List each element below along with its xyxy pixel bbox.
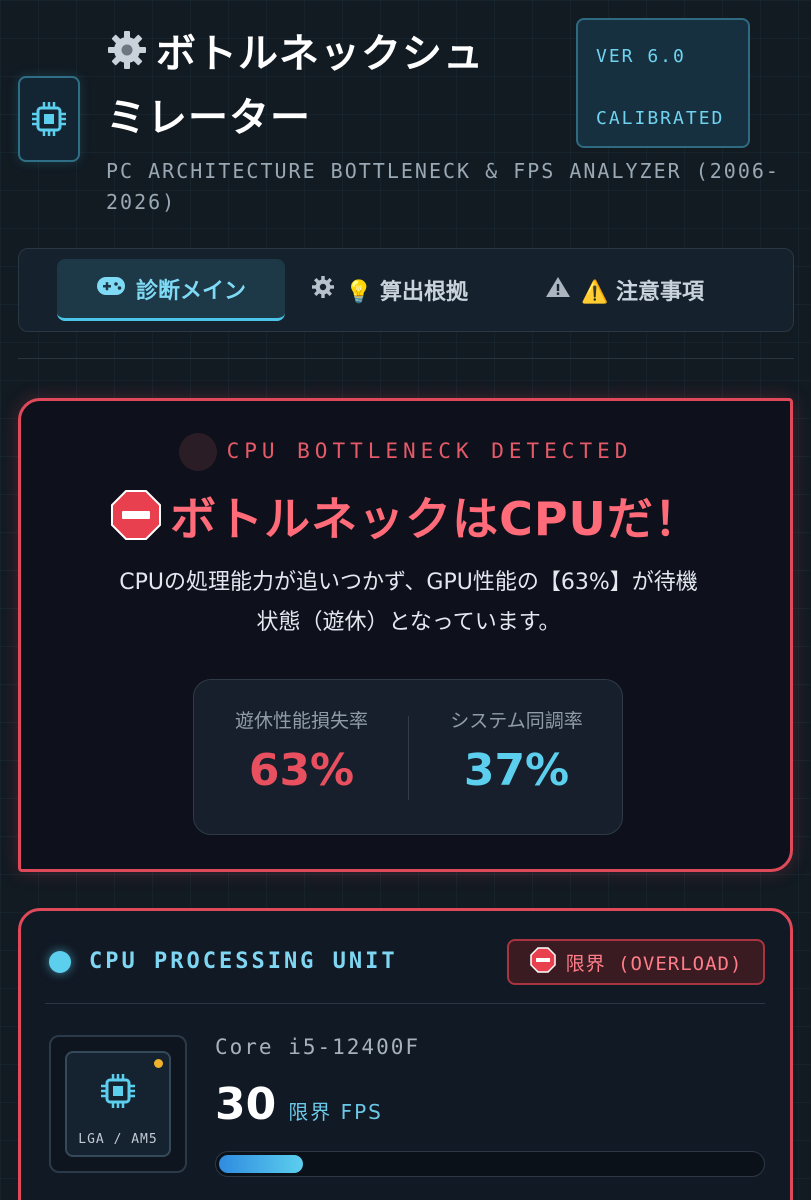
cpu-section-label: CPU PROCESSING UNIT: [89, 949, 398, 974]
socket-panel: LGA / AM5: [49, 1035, 187, 1173]
cpu-chip-icon: [98, 1071, 138, 1115]
alert-title: ボトルネックはCPUだ！: [21, 483, 790, 552]
stat-value: 63%: [248, 745, 355, 796]
alert-label: CPU BOTTLENECK DETECTED: [226, 439, 633, 463]
alert-desc-line1: CPUの処理能力が追いつかず、GPU性能の【63%】が待機: [119, 570, 698, 595]
stat-idle-loss: 遊休性能損失率 63%: [194, 706, 409, 796]
chip-logo-icon: [18, 76, 80, 162]
gamepad-icon: [96, 275, 126, 303]
page-subtitle: PC ARCHITECTURE BOTTLENECK & FPS ANALYZE…: [106, 156, 796, 218]
stat-sync-rate: システム同調率 37%: [409, 706, 624, 796]
calibration-status: CALIBRATED: [596, 108, 725, 129]
tab-calculation-basis[interactable]: 💡 算出根拠: [311, 259, 468, 321]
cpu-divider: [45, 1003, 765, 1004]
subtitle-line2: 2026): [106, 190, 177, 214]
cpu-card: CPU PROCESSING UNIT 限界 (OVERLOAD) LGA / …: [18, 908, 793, 1200]
alert-desc-line2: 状態（遊休）となっています。: [256, 610, 561, 635]
tab-diagnosis-label: 診断メイン: [135, 278, 246, 304]
gear-icon: [106, 28, 156, 88]
stat-label: 遊休性能損失率: [234, 710, 368, 732]
overload-badge: 限界 (OVERLOAD): [507, 939, 765, 985]
socket-type: LGA / AM5: [78, 1132, 158, 1147]
tab-calculation-basis-label: 💡 算出根拠: [345, 280, 469, 305]
overload-badge-text: 限界 (OVERLOAD): [565, 952, 743, 975]
stop-sign-icon: [110, 489, 162, 552]
tab-precautions-label: ⚠️ 注意事項: [581, 280, 705, 305]
stop-sign-icon: [529, 946, 556, 978]
tab-precautions[interactable]: ⚠️ 注意事項: [545, 259, 704, 321]
title-line2: ミレーター: [106, 95, 311, 141]
version-label: VER 6.0: [596, 46, 686, 67]
version-box: VER 6.0 CALIBRATED: [576, 18, 750, 148]
stats-box: 遊休性能損失率 63% システム同調率 37%: [193, 679, 623, 835]
led-indicator-icon: [154, 1059, 163, 1068]
alert-description: CPUの処理能力が追いつかず、GPU性能の【63%】が待機 状態（遊休）となって…: [61, 563, 756, 643]
gear-icon: [311, 275, 335, 305]
tab-diagnosis[interactable]: 診断メイン: [57, 259, 285, 321]
bottleneck-alert-card: CPU BOTTLENECK DETECTED ボトルネックはCPUだ！ CPU…: [18, 398, 793, 872]
stat-label: システム同調率: [450, 710, 583, 732]
alert-title-text: ボトルネックはCPUだ！: [170, 492, 701, 546]
stat-value: 37%: [463, 745, 570, 796]
status-dot-icon: [49, 951, 71, 973]
subtitle-line1: PC ARCHITECTURE BOTTLENECK & FPS ANALYZE…: [106, 159, 780, 183]
cpu-progress-bar: [215, 1151, 765, 1177]
fps-readout: 30 限界 FPS: [215, 1079, 383, 1130]
tab-bar: 診断メイン 💡 算出根拠 ⚠️ 注意事項: [18, 248, 794, 332]
cpu-progress-fill: [219, 1155, 303, 1173]
cpu-model: Core i5-12400F: [215, 1035, 421, 1059]
warning-icon: [545, 275, 571, 305]
section-divider: [18, 358, 794, 359]
title-line1: ボトルネックシュ: [156, 31, 484, 77]
fps-value: 30: [215, 1079, 277, 1130]
page-title: ボトルネックシュ ミレーター: [106, 24, 556, 148]
socket-inner: LGA / AM5: [65, 1051, 171, 1157]
fps-unit: 限界 FPS: [288, 1100, 383, 1124]
